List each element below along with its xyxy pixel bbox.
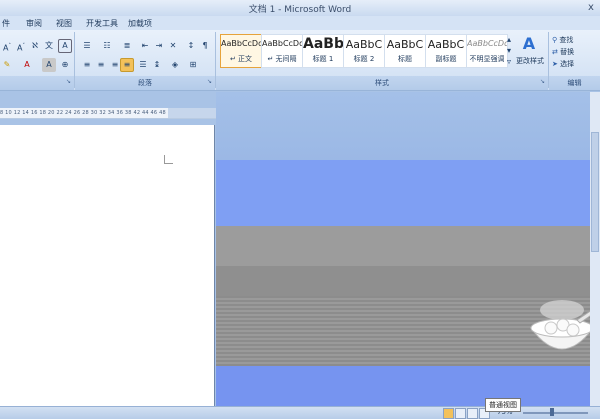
find-label: 查找 <box>559 36 574 44</box>
show-marks-icon[interactable]: ¶ <box>198 39 212 53</box>
multilevel-list-icon[interactable]: ≣ <box>120 39 134 53</box>
style-subtitle[interactable]: AaBbC 副标题 <box>425 34 467 68</box>
title-bar: 文档 1 - Microsoft Word x <box>0 0 600 17</box>
styles-dialog-launcher-icon[interactable]: ↘ <box>540 78 545 85</box>
style-normal[interactable]: AaBbCcDd ↵ 正文 <box>220 34 262 68</box>
style-name: 标题 <box>398 55 412 63</box>
align-center-icon[interactable]: ≡ <box>94 58 108 72</box>
chinese-layout-icon[interactable]: ✕ <box>166 39 180 53</box>
replace-button[interactable]: ⇄ 替换 <box>552 47 574 57</box>
blue-band <box>216 160 590 226</box>
style-name: 副标题 <box>435 55 457 63</box>
ruler-numbers: 8 10 12 14 16 18 20 22 24 26 28 30 32 34… <box>0 110 166 116</box>
decrease-indent-icon[interactable]: ⇤ <box>138 39 152 53</box>
vertical-scrollbar[interactable] <box>590 92 600 406</box>
horizontal-ruler[interactable]: 8 10 12 14 16 18 20 22 24 26 28 30 32 34… <box>0 108 216 119</box>
clear-format-icon[interactable]: ℵ <box>28 39 42 53</box>
select-button[interactable]: ➤ 选择 <box>552 59 574 69</box>
style-title[interactable]: AaBbC 标题 <box>384 34 426 68</box>
font-group-bar <box>0 76 74 90</box>
find-button[interactable]: ⚲ 查找 <box>552 35 573 45</box>
gray-band <box>216 226 590 266</box>
style-sample: AaBbC <box>386 38 424 51</box>
distributed-icon[interactable]: ☰ <box>136 58 150 72</box>
style-no-spacing[interactable]: AaBbCcDd ↵ 无间隔 <box>261 34 303 68</box>
enclose-char-icon[interactable]: ⊕ <box>58 58 72 72</box>
align-left-icon[interactable]: ≡ <box>80 58 94 72</box>
styles-group-label: 样式 <box>375 79 389 87</box>
soup-bowl-icon <box>530 300 597 350</box>
char-border-icon[interactable]: A <box>58 39 72 53</box>
increase-indent-icon[interactable]: ⇥ <box>152 39 166 53</box>
tab-addins[interactable]: 加载项 <box>128 18 152 29</box>
line-spacing-icon[interactable]: ↨ <box>150 58 164 72</box>
blue-bottom-band <box>216 366 590 406</box>
tab-developer[interactable]: 开发工具 <box>86 18 118 29</box>
tab-review[interactable]: 审阅 <box>26 18 42 29</box>
style-sample: AaBbC <box>427 38 465 51</box>
font-dialog-launcher-icon[interactable]: ↘ <box>66 78 71 85</box>
change-styles-icon[interactable]: A <box>520 34 538 54</box>
paragraph-dialog-launcher-icon[interactable]: ↘ <box>207 78 212 85</box>
window-title: 文档 1 - Microsoft Word <box>248 5 352 15</box>
phonetic-guide-icon[interactable]: 文 <box>42 39 56 53</box>
style-sample: AaBb <box>303 36 343 52</box>
paragraph-group-label: 段落 <box>138 79 152 87</box>
numbering-icon[interactable]: ☷ <box>100 39 114 53</box>
ribbon-tabs: 件 审阅 视图 开发工具 加载项 <box>0 16 600 30</box>
style-sample: AaBbCcDd <box>221 39 261 48</box>
find-icon: ⚲ <box>552 36 558 44</box>
style-sample: AaBbCcDd <box>467 39 507 48</box>
shading-icon[interactable]: ◈ <box>168 58 182 72</box>
document-page[interactable] <box>0 125 215 408</box>
zoom-slider-knob[interactable] <box>550 408 554 416</box>
tab-mailings[interactable]: 件 <box>2 18 10 29</box>
scrollbar-thumb[interactable] <box>591 132 599 252</box>
font-color-icon[interactable]: A <box>20 58 34 72</box>
style-name: 不明显强调 <box>469 55 505 63</box>
print-layout-view-icon[interactable] <box>443 408 454 419</box>
char-shading-icon[interactable]: A <box>42 58 56 72</box>
margin-corner-mark <box>164 155 173 164</box>
style-name: ↵ 无间隔 <box>267 55 297 63</box>
style-sample: AaBbC <box>345 38 383 51</box>
web-layout-view-icon[interactable] <box>467 408 478 419</box>
borders-icon[interactable]: ⊞ <box>186 58 200 72</box>
bullets-icon[interactable]: ☰ <box>80 39 94 53</box>
style-heading-2[interactable]: AaBbC 标题 2 <box>343 34 385 68</box>
style-name: ↵ 正文 <box>229 55 253 63</box>
replace-label: 替换 <box>560 48 575 56</box>
shrink-font-icon[interactable]: A˅ <box>14 39 28 53</box>
ruler-margin <box>168 108 216 118</box>
sky-band <box>216 92 590 160</box>
style-name: 标题 1 <box>312 55 334 63</box>
select-icon: ➤ <box>552 60 558 68</box>
select-label: 选择 <box>560 60 575 68</box>
highlight-icon[interactable]: ✎ <box>0 58 14 72</box>
tab-view[interactable]: 视图 <box>56 18 72 29</box>
change-styles-label[interactable]: 更改样式 <box>513 56 547 66</box>
justify-icon[interactable]: ≡ <box>120 58 134 72</box>
style-name: 标题 2 <box>353 55 375 63</box>
sort-icon[interactable]: ↕ <box>184 39 198 53</box>
zoom-slider[interactable] <box>523 412 588 414</box>
replace-icon: ⇄ <box>552 48 558 56</box>
tooltip: 普通视图 <box>485 398 521 412</box>
editing-group-label: 编辑 <box>567 79 582 87</box>
full-screen-view-icon[interactable] <box>455 408 466 419</box>
style-sample: AaBbCcDd <box>262 39 302 48</box>
close-button[interactable]: x <box>584 1 598 14</box>
style-heading-1[interactable]: AaBb 标题 1 <box>302 34 344 68</box>
grow-font-icon[interactable]: A˄ <box>0 39 14 53</box>
style-subtle-emphasis[interactable]: AaBbCcDd 不明显强调 <box>466 34 508 68</box>
